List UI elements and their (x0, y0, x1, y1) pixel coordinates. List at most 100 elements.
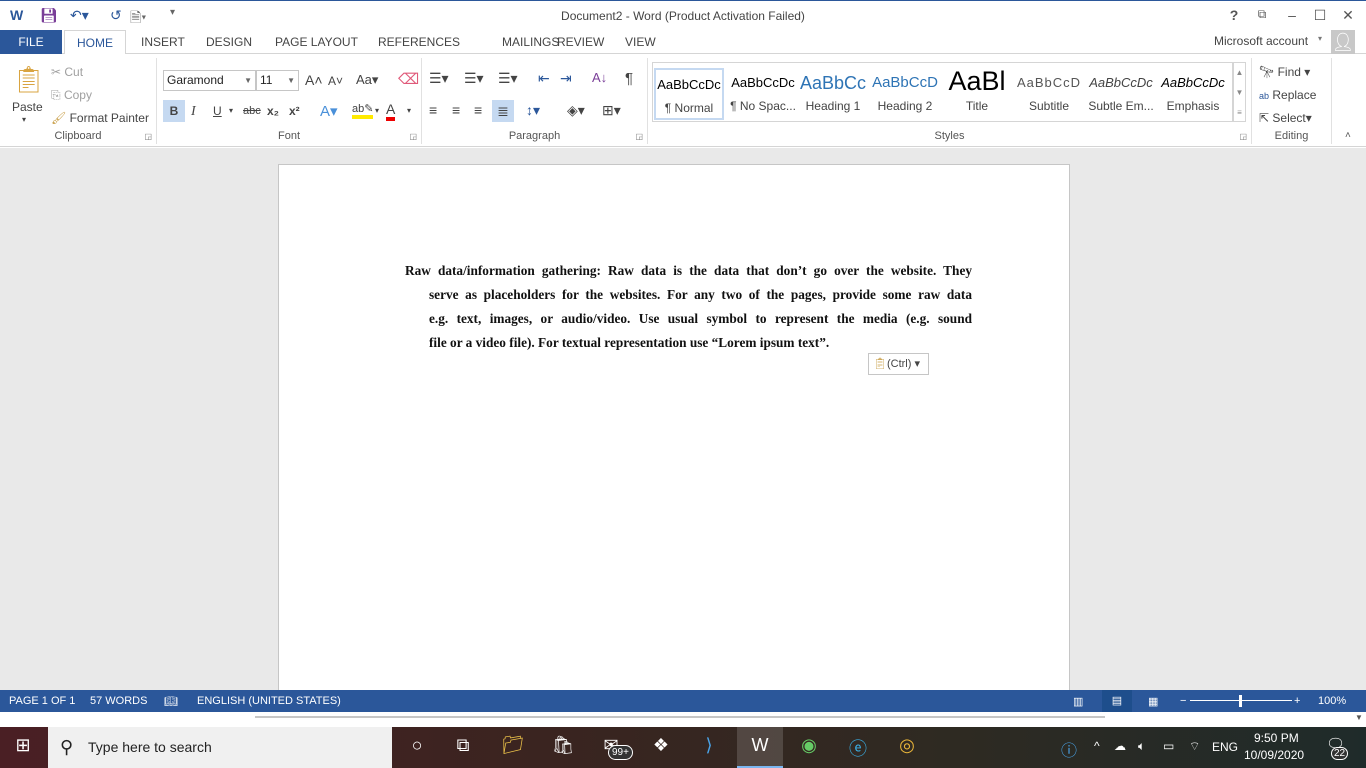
style-heading-2[interactable]: AaBbCcD Heading 2 (869, 68, 941, 120)
windows-start-icon[interactable]: ⊞ (8, 735, 38, 761)
font-color-icon[interactable]: A (386, 101, 396, 121)
microsoft-account-menu[interactable]: Microsoft account (1214, 34, 1308, 48)
edge-icon[interactable]: ⓔ (843, 735, 873, 761)
zoom-in-button[interactable]: + (1294, 695, 1300, 707)
tab-review[interactable]: REVIEW (545, 30, 616, 54)
cortana-icon[interactable]: ○ (402, 735, 432, 761)
subscript-button[interactable]: x₂ (267, 104, 279, 118)
highlight-color-icon[interactable]: ab✎ (352, 102, 374, 119)
wifi-icon[interactable]: ⌔ (1189, 739, 1200, 754)
horizontal-scrollbar[interactable]: ▼ (0, 712, 1366, 727)
language[interactable]: ENGLISH (UNITED STATES) (197, 695, 341, 707)
select-button[interactable]: ⇱ Select▾ (1259, 111, 1312, 125)
document-page[interactable]: Raw data/information gathering: Raw data… (278, 164, 1070, 690)
zoom-slider-thumb[interactable] (1239, 695, 1242, 707)
style-subtitle[interactable]: AaBbCcD Subtitle (1013, 68, 1085, 120)
avatar[interactable]: 👤︎ (1331, 30, 1355, 54)
align-center-icon[interactable]: ≡ (452, 102, 460, 118)
grow-font-icon[interactable]: A˄ (305, 72, 323, 88)
chevron-down-icon[interactable]: ▾ (375, 106, 379, 115)
maximize-button[interactable]: ☐ (1308, 7, 1332, 24)
help-button[interactable]: ? (1222, 7, 1246, 23)
chevron-down-icon[interactable]: ▾ (22, 115, 26, 124)
dropbox-icon[interactable]: ❖ (646, 735, 676, 761)
dialog-launcher-icon[interactable]: ◲ (1239, 132, 1247, 141)
paste-icon[interactable]: 📋︎ (12, 64, 45, 95)
font-name-combo[interactable]: Garamond ▼ (163, 70, 256, 91)
tab-references[interactable]: REFERENCES (366, 30, 472, 54)
decrease-indent-icon[interactable]: ⇤ (538, 70, 550, 87)
dialog-launcher-icon[interactable]: ◲ (144, 132, 152, 141)
print-layout-icon[interactable]: ▤ (1102, 690, 1132, 712)
borders-icon[interactable]: ⊞▾ (602, 102, 621, 119)
replace-button[interactable]: ab Replace (1259, 88, 1316, 102)
zoom-level[interactable]: 100% (1318, 695, 1346, 707)
chevron-down-icon[interactable]: ▾ (229, 106, 233, 115)
paste-options-button[interactable]: 📋︎(Ctrl) ▾ (868, 353, 929, 375)
ribbon-display-options-icon[interactable]: ⧉ (1250, 7, 1274, 22)
justify-icon[interactable]: ≣ (492, 100, 514, 122)
onedrive-icon[interactable]: ☁ (1114, 739, 1126, 753)
show-hidden-icons[interactable]: ^ (1094, 739, 1100, 753)
tab-page-layout[interactable]: PAGE LAYOUT (263, 30, 370, 54)
help-icon[interactable]: ⓘ (1061, 737, 1077, 761)
format-painter-button[interactable]: 🖌︎ Format Painter (51, 111, 149, 125)
document-paragraph[interactable]: Raw data/information gathering: Raw data… (405, 259, 972, 355)
collapse-ribbon-icon[interactable]: ˄ (1345, 130, 1351, 141)
proofing-icon[interactable]: 📖︎ (164, 695, 178, 708)
superscript-button[interactable]: x² (289, 104, 300, 118)
battery-icon[interactable]: ▭ (1163, 739, 1174, 753)
font-size-combo[interactable]: 11 ▼ (256, 70, 299, 91)
change-case-button[interactable]: Aa▾ (356, 72, 378, 88)
close-button[interactable]: ✕ (1336, 7, 1360, 24)
file-explorer-icon[interactable]: 📁︎ (498, 735, 528, 761)
shrink-font-icon[interactable]: A˅ (328, 74, 343, 88)
increase-indent-icon[interactable]: ⇥ (560, 70, 572, 87)
download-manager-icon[interactable]: ◉ (794, 735, 824, 761)
tab-design[interactable]: DESIGN (194, 30, 264, 54)
underline-button[interactable]: U (213, 104, 222, 118)
copy-button[interactable]: ⎘ Copy (51, 88, 92, 103)
dialog-launcher-icon[interactable]: ◲ (409, 132, 417, 141)
dialog-launcher-icon[interactable]: ◲ (635, 132, 643, 141)
clear-formatting-icon[interactable]: ⌫ (398, 70, 419, 88)
clock-time[interactable]: 9:50 PM (1254, 731, 1299, 745)
multilevel-list-icon[interactable]: ☰▾ (498, 70, 518, 87)
style-normal[interactable]: AaBbCcDc ¶ Normal (654, 68, 724, 120)
bullets-icon[interactable]: ☰▾ (429, 70, 449, 87)
volume-icon[interactable]: 🔈︎ (1138, 739, 1145, 754)
word-taskbar-button[interactable]: W (737, 727, 783, 768)
chevron-down-icon[interactable]: ▾ (407, 106, 411, 115)
tab-home[interactable]: HOME (64, 30, 126, 55)
zoom-out-button[interactable]: − (1180, 695, 1186, 707)
text-effects-icon[interactable]: A▾ (320, 102, 338, 120)
style-heading-1[interactable]: AaBbCc Heading 1 (797, 68, 869, 120)
align-right-icon[interactable]: ≡ (474, 102, 482, 118)
app-icon[interactable]: ⟩ (694, 735, 724, 761)
minimize-button[interactable]: – (1280, 7, 1304, 23)
store-icon[interactable]: 🛍︎ (548, 735, 578, 761)
cut-button[interactable]: ✂ Cut (51, 65, 83, 79)
tab-insert[interactable]: INSERT (129, 30, 197, 54)
chrome-icon[interactable]: ◎ (892, 735, 922, 761)
show-formatting-button[interactable]: ¶ (625, 70, 633, 87)
word-count[interactable]: 57 WORDS (90, 695, 147, 707)
bold-button[interactable]: B (163, 100, 185, 122)
align-left-icon[interactable]: ≡ (429, 102, 437, 118)
scroll-down-icon[interactable]: ▼ (1355, 713, 1363, 722)
numbering-icon[interactable]: ☰▾ (464, 70, 484, 87)
style-title[interactable]: AaBl Title (941, 68, 1013, 120)
line-spacing-icon[interactable]: ↕▾ (526, 102, 540, 119)
input-language[interactable]: ENG (1212, 740, 1238, 754)
style-subtle-emphasis[interactable]: AaBbCcDc Subtle Em... (1085, 68, 1157, 120)
paste-button[interactable]: Paste (12, 100, 43, 114)
web-layout-icon[interactable]: ▦ (1148, 695, 1158, 708)
scrollbar-thumb[interactable] (255, 716, 1105, 718)
strikethrough-button[interactable]: abc (243, 105, 261, 117)
tab-file[interactable]: FILE (0, 30, 62, 54)
page-count[interactable]: PAGE 1 OF 1 (9, 695, 75, 707)
styles-scrollbar[interactable]: ▲ ▼ ≡ (1233, 62, 1246, 122)
clock-date[interactable]: 10/09/2020 (1244, 748, 1304, 762)
style-no-spacing[interactable]: AaBbCcDc ¶ No Spac... (727, 68, 799, 120)
sort-icon[interactable]: A↓ (592, 70, 607, 85)
